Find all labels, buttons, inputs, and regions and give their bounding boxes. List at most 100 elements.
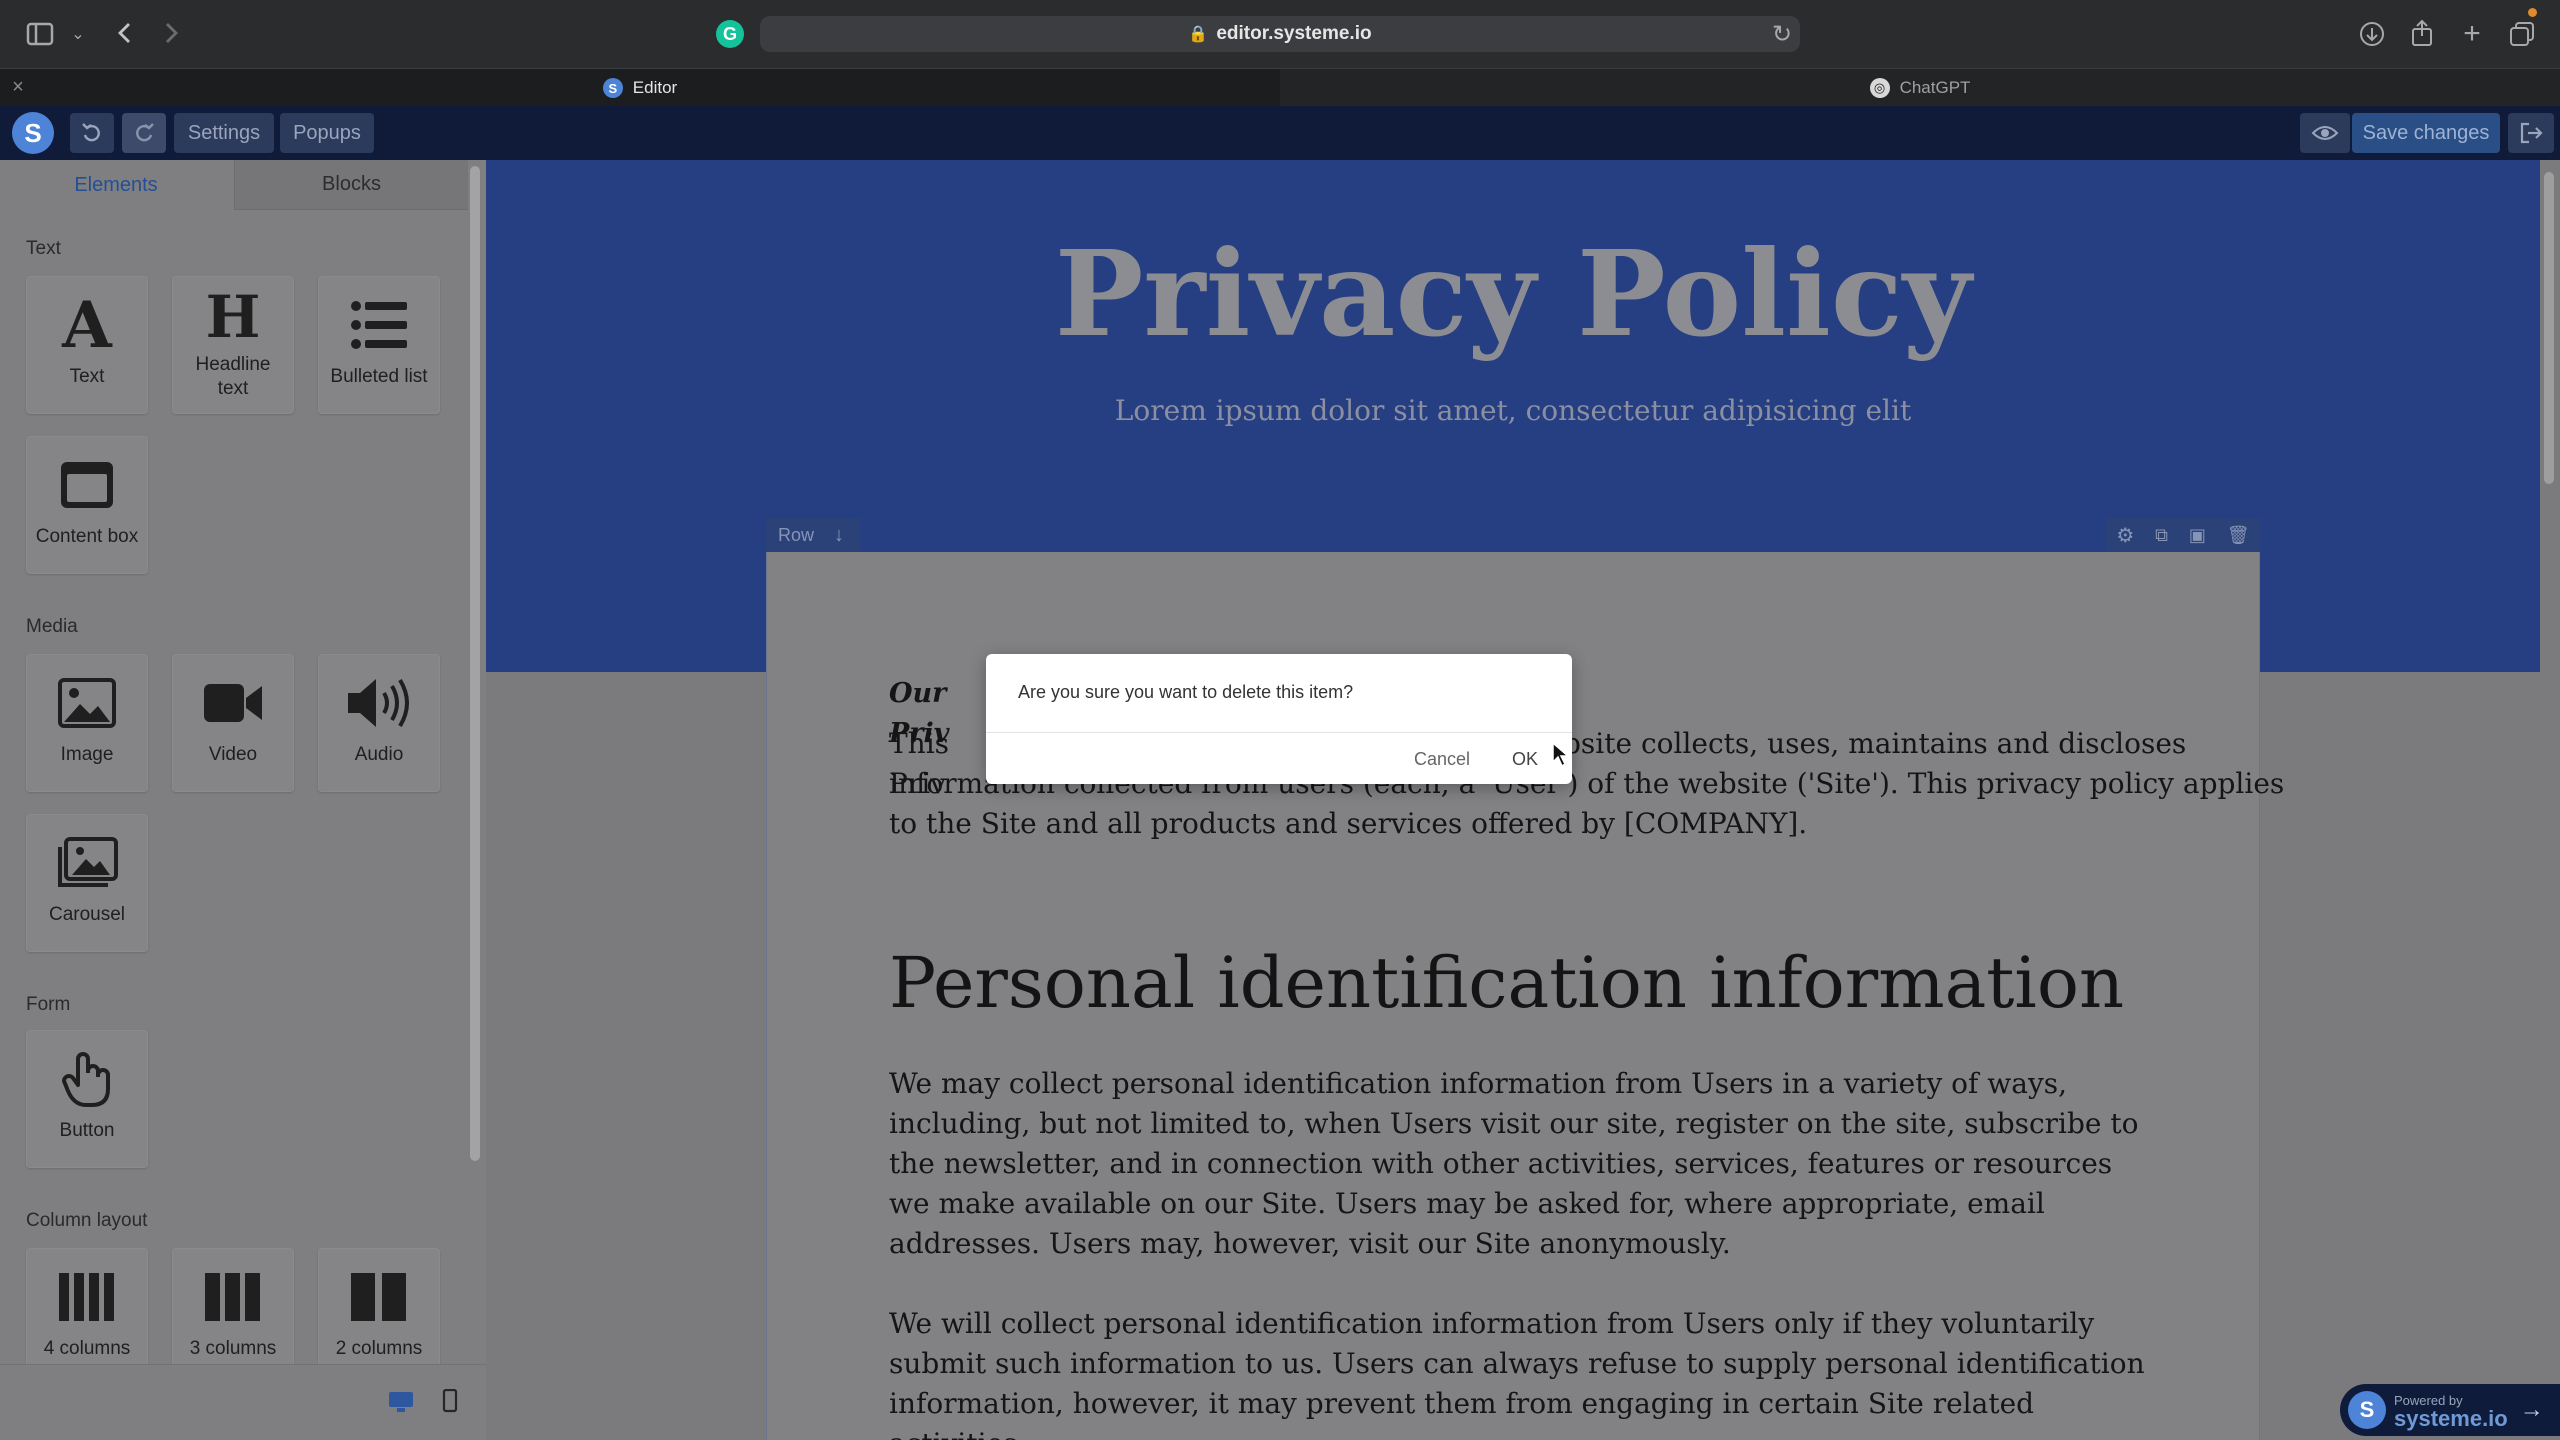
desktop-view-icon[interactable] [388,1391,414,1413]
element-3-columns-label: 3 columns [189,1338,277,1359]
element-content-box[interactable]: Content box [26,436,148,574]
settings-button[interactable]: Settings [174,113,274,153]
badge-text: Powered by systeme.io [2394,1392,2508,1431]
four-columns-icon [59,1273,114,1321]
tab-overview-icon[interactable] [2506,18,2538,50]
element-button-label: Button [59,1120,115,1141]
ok-button[interactable]: OK [1512,749,1538,770]
element-image-label: Image [60,744,114,765]
tab-blocks[interactable]: Blocks [234,160,468,210]
browser-toolbar: ⌄ G 🔒 editor.systeme.io ↻ + [0,0,2560,68]
tab-editor[interactable]: S Editor [0,69,1280,107]
sidebar-scrollbar[interactable] [470,166,480,1161]
page-title[interactable]: Privacy Policy [486,224,2540,363]
powered-by-badge[interactable]: S Powered by systeme.io → [2340,1384,2560,1436]
audio-icon [348,678,409,728]
editor-screen: { "browser": { "url": "editor.systeme.io… [0,0,2560,1440]
cancel-button[interactable]: Cancel [1414,749,1470,770]
element-video-label: Video [208,744,258,765]
tab-chatgpt[interactable]: ◎ ChatGPT [1280,69,2560,107]
paragraph-collection[interactable]: We may collect personal identification i… [889,1064,2155,1264]
row-actions: ⚙ ⧉ ▣ 🗑 [2106,518,2260,552]
element-carousel-label: Carousel [48,904,126,925]
browser-tabbar: × S Editor ◎ ChatGPT [0,68,2560,107]
exit-button[interactable] [2508,113,2554,153]
row-duplicate-icon[interactable]: ⧉ [2155,525,2168,546]
reload-icon[interactable]: ↻ [1768,20,1796,48]
delete-confirm-dialog: Are you sure you want to delete this ite… [986,654,1572,784]
page-subtitle[interactable]: Lorem ipsum dolor sit amet, consectetur … [486,394,2540,427]
paragraph-intro-end: bsite collects, uses, maintains and disc… [1563,727,2187,760]
paragraph-voluntary[interactable]: We will collect personal identification … [889,1304,2155,1440]
undo-icon [82,123,100,142]
systeme-favicon-icon: S [602,78,623,98]
url-text: editor.systeme.io [1216,23,1372,44]
section-heading[interactable]: Personal identification information [889,942,2124,1024]
element-headline[interactable]: H Headline text [172,276,294,414]
row-toolbar: Row ↓ [766,518,860,552]
row-settings-gear-icon[interactable]: ⚙ [2116,523,2134,548]
element-bulleted-list-label: Bulleted list [330,366,428,387]
row-delete-trash-icon[interactable]: 🗑 [2227,525,2250,546]
preview-button[interactable] [2300,113,2350,153]
section-media-label: Media [26,616,78,637]
element-headline-label: Headline text [195,354,271,399]
address-bar[interactable]: 🔒 editor.systeme.io [760,16,1800,52]
elements-sidebar: Elements Blocks Text A Text H Headline t… [0,160,486,1440]
element-3-columns[interactable]: 3 columns [172,1248,294,1372]
editor-toolbar: S Settings Popups Save changes [0,106,2560,160]
element-audio[interactable]: Audio [318,654,440,792]
element-text-label: Text [69,366,105,387]
row-save-icon[interactable]: ▣ [2189,525,2206,546]
canvas-scrollbar[interactable] [2544,172,2554,484]
grammarly-icon[interactable]: G [716,20,744,48]
element-video[interactable]: Video [172,654,294,792]
page-canvas: Privacy Policy Lorem ipsum dolor sit ame… [486,160,2560,1440]
element-2-columns-label: 2 columns [335,1338,423,1359]
element-2-columns[interactable]: 2 columns [318,1248,440,1372]
element-image[interactable]: Image [26,654,148,792]
tab-chatgpt-label: ChatGPT [1899,78,1971,97]
new-tab-icon[interactable]: + [2456,17,2488,50]
save-changes-button[interactable]: Save changes [2352,113,2500,153]
systeme-badge-logo-icon: S [2348,1391,2386,1429]
paragraph-intro-line3: to the Site and all products and service… [889,807,1808,840]
element-bulleted-list[interactable]: Bulleted list [318,276,440,414]
bulleted-list-icon [351,301,407,349]
notification-dot-icon [2528,8,2537,17]
element-button[interactable]: Button [26,1030,148,1168]
badge-line2: systeme.io [2394,1406,2508,1431]
row-move-down-icon[interactable]: ↓ [834,524,844,547]
headline-h-icon: H [205,283,261,351]
redo-button[interactable] [122,113,166,153]
row-label: Row [778,524,815,545]
chatgpt-favicon-icon: ◎ [1869,78,1890,98]
device-switcher [0,1364,486,1440]
mobile-view-icon[interactable] [442,1388,458,1413]
systeme-logo-icon[interactable]: S [12,112,54,154]
forward-icon[interactable] [156,16,188,50]
tab-editor-label: Editor [632,78,678,97]
sidebar-toggle-icon[interactable] [24,18,56,50]
section-form-label: Form [26,994,71,1015]
share-icon[interactable] [2406,16,2438,50]
popups-button[interactable]: Popups [280,113,374,153]
element-text[interactable]: A Text [26,276,148,414]
element-4-columns[interactable]: 4 columns [26,1248,148,1372]
image-icon [58,678,116,728]
element-audio-label: Audio [354,744,404,765]
undo-button[interactable] [70,113,114,153]
element-content-box-label: Content box [35,526,139,547]
element-carousel[interactable]: Carousel [26,814,148,952]
pointer-hand-icon [62,1052,110,1107]
lock-icon: 🔒 [1188,26,1209,43]
carousel-icon [58,837,118,887]
tab-elements[interactable]: Elements [0,160,232,210]
video-icon [204,684,262,722]
content-box-icon [61,462,113,508]
download-icon[interactable] [2356,18,2388,50]
three-columns-icon [205,1273,260,1321]
back-icon[interactable] [108,16,140,50]
chevron-down-icon[interactable]: ⌄ [68,18,88,50]
exit-icon [2520,122,2543,144]
